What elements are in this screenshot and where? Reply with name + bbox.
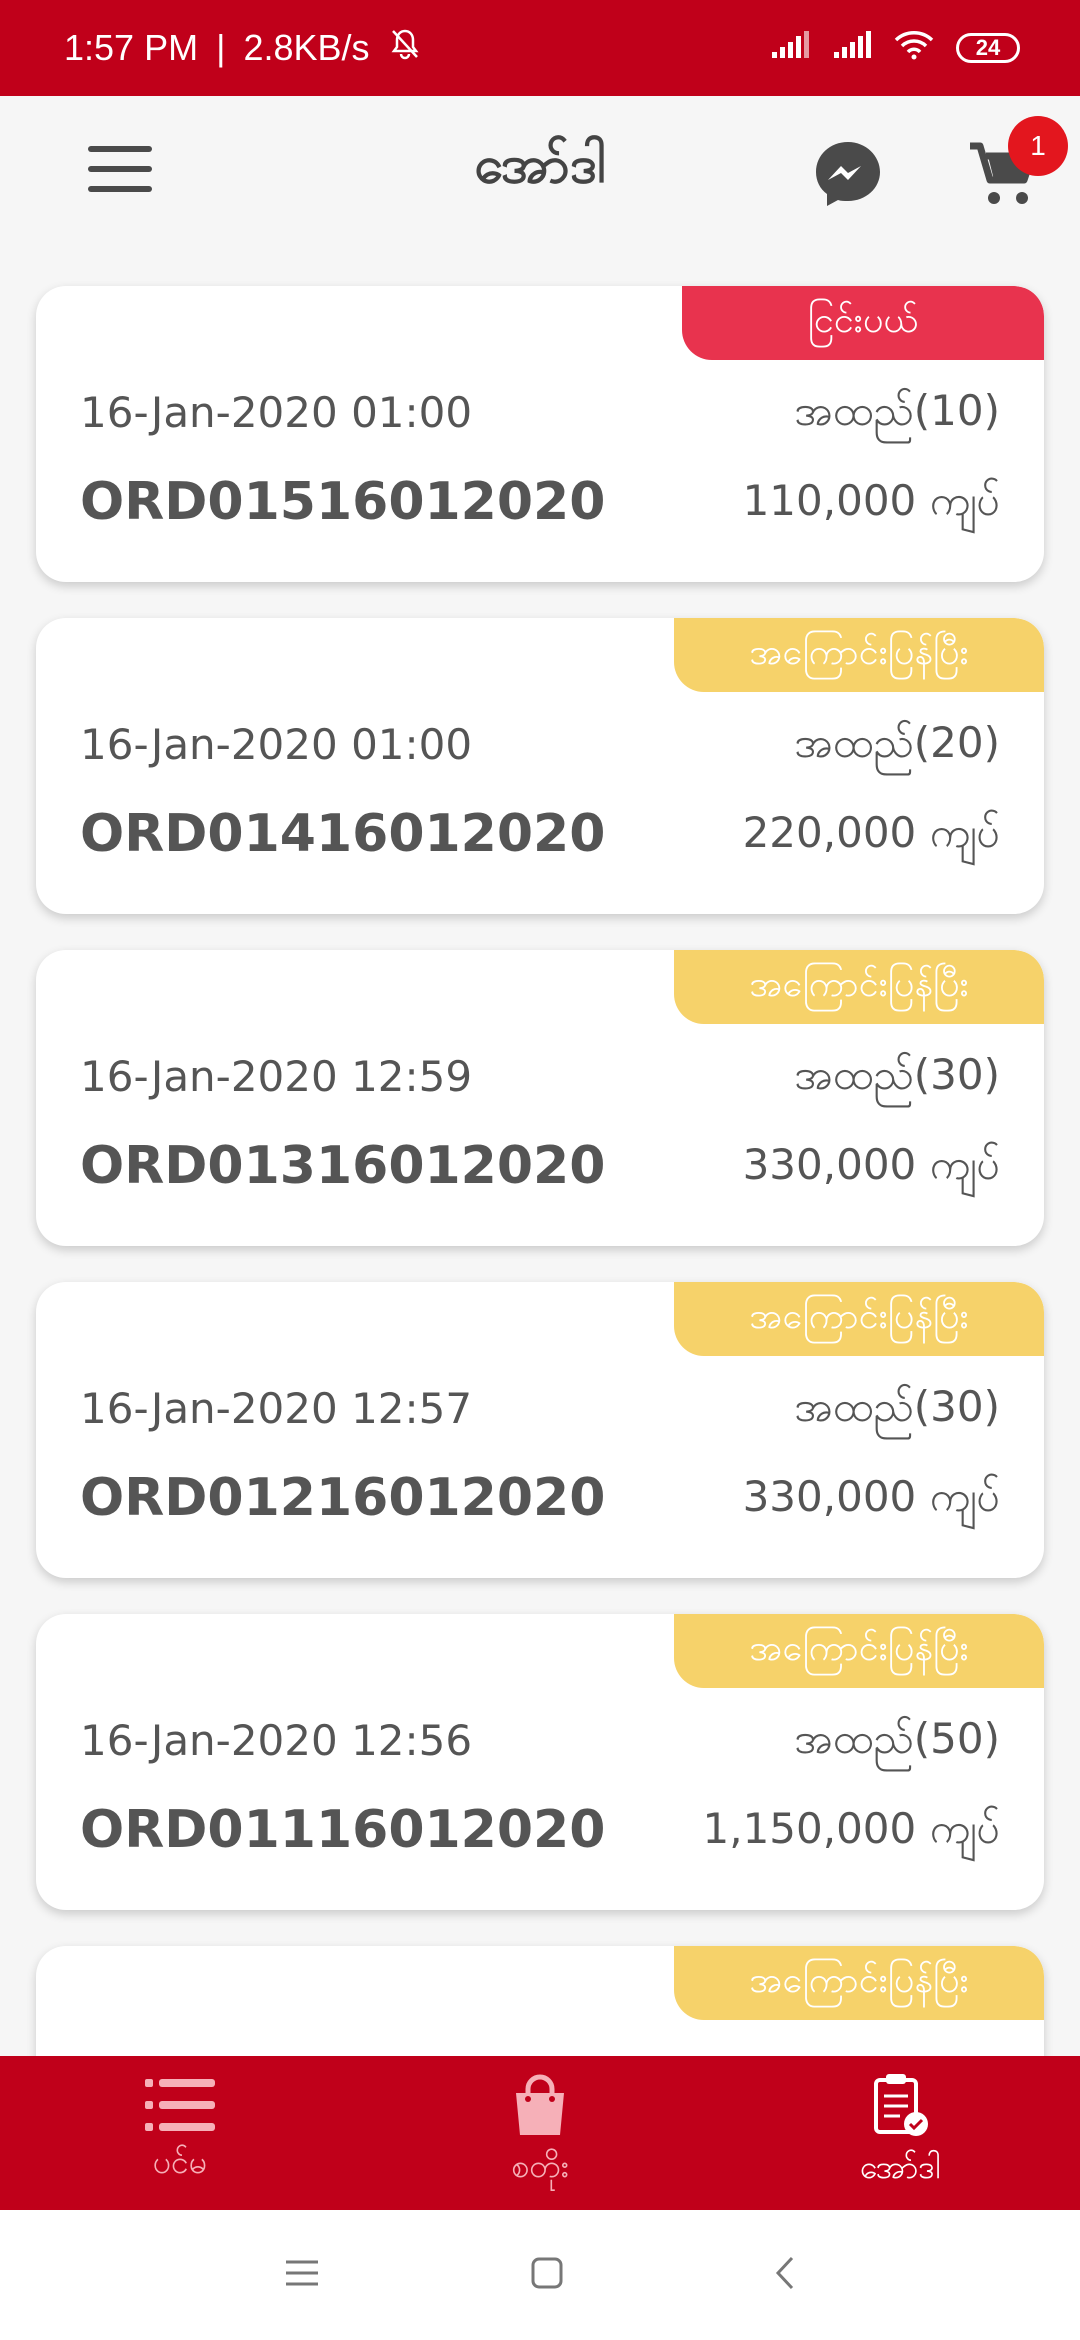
page-title: အော်ဒါ	[474, 135, 606, 195]
order-quantity: အထည်(30)	[794, 1050, 1000, 1099]
nav-store-label: စတိုး	[511, 2147, 569, 2185]
shopping-bag-icon	[510, 2073, 570, 2141]
status-badge: အကြောင်းပြန်ပြီး	[674, 1946, 1044, 2020]
signal-icon	[832, 27, 872, 69]
clipboard-check-icon	[870, 2072, 930, 2142]
order-code: ORD01316012020	[80, 1136, 606, 1196]
order-code: ORD01116012020	[80, 1800, 606, 1860]
back-icon[interactable]	[774, 2255, 796, 2295]
recent-apps-icon[interactable]	[284, 2258, 320, 2292]
app-bar: အော်ဒါ 1	[0, 96, 1080, 246]
status-badge: ငြင်းပယ်	[682, 286, 1044, 360]
order-amount: 330,000 ကျပ်	[742, 1140, 1000, 1189]
signal-icon	[770, 27, 810, 69]
status-time: 1:57 PM	[64, 27, 199, 68]
order-amount: 330,000 ကျပ်	[742, 1472, 1000, 1521]
nav-orders[interactable]: အော်ဒါ	[720, 2056, 1080, 2210]
status-badge: အကြောင်းပြန်ပြီး	[674, 1614, 1044, 1688]
order-card[interactable]: အကြောင်းပြန်ပြီး 16-Jan-2020 12:56 ORD01…	[36, 1614, 1044, 1910]
order-quantity: အထည်(10)	[794, 386, 1000, 435]
system-nav-bar	[0, 2210, 1080, 2340]
battery-icon: 24	[956, 33, 1020, 63]
order-list: ငြင်းပယ် 16-Jan-2020 01:00 ORD0151601202…	[36, 286, 1044, 2278]
order-code: ORD01516012020	[80, 472, 606, 532]
mute-bell-icon	[388, 27, 422, 70]
nav-store[interactable]: စတိုး	[360, 2056, 720, 2210]
order-date: 16-Jan-2020 12:59	[80, 1052, 473, 1101]
status-badge: အကြောင်းပြန်ပြီး	[674, 950, 1044, 1024]
order-date: 16-Jan-2020 12:57	[80, 1384, 473, 1433]
home-button-icon[interactable]	[530, 2256, 564, 2294]
nav-orders-label: အော်ဒါ	[859, 2148, 941, 2186]
order-date: 16-Jan-2020 12:56	[80, 1716, 473, 1765]
order-date: 16-Jan-2020 01:00	[80, 388, 473, 437]
list-icon	[145, 2077, 215, 2137]
order-date: 16-Jan-2020 01:00	[80, 720, 473, 769]
order-amount: 1,150,000 ကျပ်	[702, 1804, 1001, 1853]
order-quantity: အထည်(20)	[794, 718, 1000, 767]
order-code: ORD01416012020	[80, 804, 606, 864]
order-card[interactable]: အကြောင်းပြန်ပြီး 16-Jan-2020 01:00 ORD01…	[36, 618, 1044, 914]
status-bar: 1:57 PM | 2.8KB/s 24	[0, 0, 1080, 96]
order-quantity: အထည်(30)	[794, 1382, 1000, 1431]
status-badge: အကြောင်းပြန်ပြီး	[674, 618, 1044, 692]
cart-badge: 1	[1008, 116, 1068, 176]
status-speed: 2.8KB/s	[243, 27, 370, 68]
status-divider: |	[216, 27, 226, 68]
order-card[interactable]: ငြင်းပယ် 16-Jan-2020 01:00 ORD0151601202…	[36, 286, 1044, 582]
wifi-icon	[894, 27, 934, 69]
order-card[interactable]: အကြောင်းပြန်ပြီး 16-Jan-2020 12:59 ORD01…	[36, 950, 1044, 1246]
messenger-icon[interactable]	[812, 138, 884, 210]
order-code: ORD01216012020	[80, 1468, 606, 1528]
order-card[interactable]: အကြောင်းပြန်ပြီး 16-Jan-2020 12:57 ORD01…	[36, 1282, 1044, 1578]
status-badge: အကြောင်းပြန်ပြီး	[674, 1282, 1044, 1356]
nav-home[interactable]: ပင်မ	[0, 2056, 360, 2210]
order-amount: 110,000 ကျပ်	[742, 476, 1000, 525]
order-amount: 220,000 ကျပ်	[742, 808, 1000, 857]
nav-home-label: ပင်မ	[152, 2143, 208, 2181]
bottom-nav: ပင်မ စတိုး အော်ဒါ	[0, 2056, 1080, 2210]
order-quantity: အထည်(50)	[794, 1714, 1000, 1763]
